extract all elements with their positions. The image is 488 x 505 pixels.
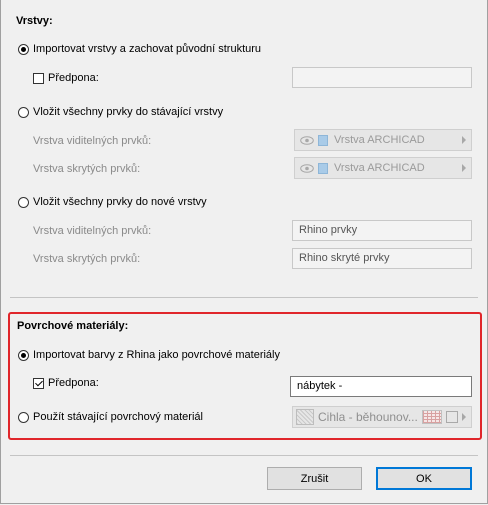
layers-new-label: Vložit všechny prvky do nové vrstvy	[33, 196, 207, 208]
chevron-right-icon	[462, 136, 466, 144]
layer-icon	[318, 134, 328, 146]
surface-pattern-icon	[296, 409, 314, 425]
materials-existing-value: Cihla - běhounov...	[318, 410, 418, 424]
materials-existing-label: Použít stávající povrchový materiál	[33, 411, 203, 423]
layers-import-radio[interactable]	[18, 43, 29, 55]
existing-hidden-layer-value: Vrstva ARCHICAD	[334, 162, 425, 174]
new-hidden-layer-label: Vrstva skrytých prvků:	[33, 253, 141, 265]
layers-existing-radio[interactable]	[18, 106, 29, 118]
materials-prefix-input[interactable]: nábytek -	[290, 376, 472, 397]
cancel-button[interactable]: Zrušit	[267, 467, 362, 490]
materials-prefix-checkbox[interactable]	[33, 377, 44, 389]
eye-icon	[300, 163, 314, 173]
brick-texture-icon	[422, 410, 442, 424]
existing-visible-layer-value: Vrstva ARCHICAD	[334, 134, 425, 146]
layers-new-option[interactable]: Vložit všechny prvky do nové vrstvy	[18, 196, 207, 208]
section-divider	[10, 297, 478, 298]
layers-import-option[interactable]: Importovat vrstvy a zachovat původní str…	[18, 43, 261, 55]
new-hidden-layer-input[interactable]: Rhino skryté prvky	[292, 248, 472, 269]
existing-visible-layer-select[interactable]: Vrstva ARCHICAD	[294, 129, 472, 151]
existing-hidden-layer-select[interactable]: Vrstva ARCHICAD	[294, 157, 472, 179]
layers-prefix-checkbox[interactable]	[33, 72, 44, 84]
layers-section-title: Vrstvy:	[16, 15, 53, 27]
eye-icon	[300, 135, 314, 145]
layers-prefix-option[interactable]: Předpona:	[33, 72, 99, 84]
materials-prefix-option[interactable]: Předpona:	[33, 377, 99, 389]
materials-section-title: Povrchové materiály:	[17, 320, 129, 332]
layers-existing-label: Vložit všechny prvky do stávající vrstvy	[33, 106, 224, 118]
materials-import-label: Importovat barvy z Rhina jako povrchové …	[33, 349, 280, 361]
layers-prefix-input[interactable]	[292, 67, 472, 88]
ok-button[interactable]: OK	[376, 467, 472, 490]
layers-new-radio[interactable]	[18, 196, 29, 208]
materials-import-option[interactable]: Importovat barvy z Rhina jako povrchové …	[18, 349, 280, 361]
existing-hidden-layer-label: Vrstva skrytých prvků:	[33, 163, 141, 175]
texture-settings-icon	[446, 411, 458, 423]
materials-import-radio[interactable]	[18, 349, 29, 361]
footer-divider	[10, 455, 478, 456]
new-visible-layer-input[interactable]: Rhino prvky	[292, 220, 472, 241]
layers-import-label: Importovat vrstvy a zachovat původní str…	[33, 43, 262, 55]
chevron-right-icon	[462, 413, 466, 421]
new-visible-layer-label: Vrstva viditelných prvků:	[33, 225, 152, 237]
layers-existing-option[interactable]: Vložit všechny prvky do stávající vrstvy	[18, 106, 223, 118]
materials-existing-radio[interactable]	[18, 411, 29, 423]
layers-prefix-label: Předpona:	[48, 72, 99, 84]
materials-existing-option[interactable]: Použít stávající povrchový materiál	[18, 411, 203, 423]
layer-icon	[318, 162, 328, 174]
existing-visible-layer-label: Vrstva viditelných prvků:	[33, 135, 152, 147]
chevron-right-icon	[462, 164, 466, 172]
materials-prefix-label: Předpona:	[48, 377, 99, 389]
materials-existing-select[interactable]: Cihla - běhounov...	[292, 406, 472, 428]
